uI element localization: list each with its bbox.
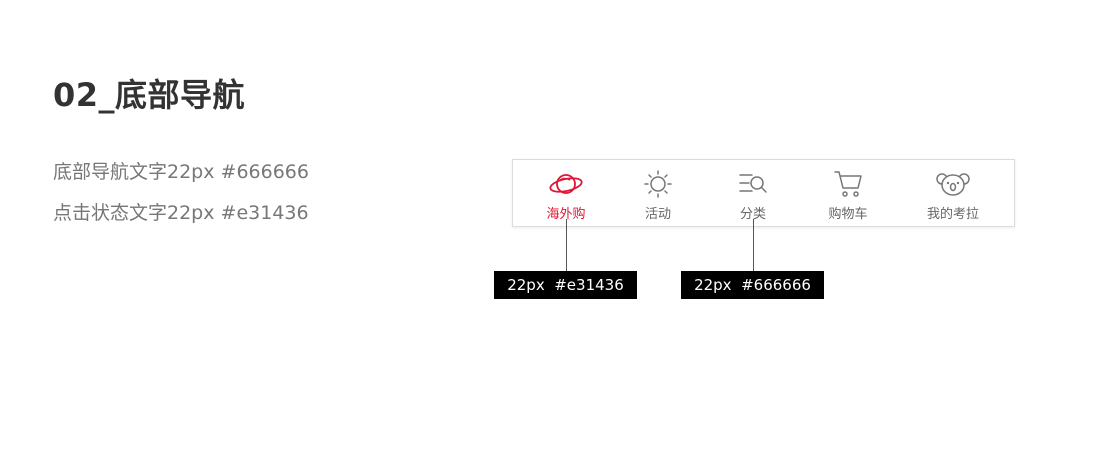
annotation-leader-line — [566, 219, 567, 271]
cart-icon — [834, 171, 862, 197]
nav-item-cart[interactable]: 购物车 — [818, 160, 878, 226]
nav-text-spec-note: 底部导航文字22px #666666 — [53, 161, 309, 183]
nav-label-cart: 购物车 — [828, 207, 868, 222]
active-color-annotation: 22px #e31436 — [494, 271, 637, 299]
active-text-spec-note: 点击状态文字22px #e31436 — [53, 202, 309, 224]
nav-item-category[interactable]: 分类 — [725, 160, 781, 226]
page-title: 02_底部导航 — [53, 76, 246, 114]
nav-item-activity[interactable]: 活动 — [630, 160, 686, 226]
inactive-color-annotation: 22px #666666 — [681, 271, 824, 299]
category-search-icon — [739, 174, 767, 193]
annotation-leader-line — [753, 219, 754, 271]
nav-item-overseas[interactable]: 海外购 — [535, 160, 597, 226]
koala-icon — [936, 173, 970, 196]
bottom-navigation-bar: 海外购 活动 分类 购物车 我的考拉 — [512, 159, 1015, 227]
nav-label-my-kaola: 我的考拉 — [926, 207, 980, 222]
nav-item-my-kaola[interactable]: 我的考拉 — [918, 160, 988, 226]
nav-label-activity: 活动 — [644, 207, 672, 222]
planet-icon — [549, 174, 583, 194]
sun-icon — [644, 170, 672, 198]
